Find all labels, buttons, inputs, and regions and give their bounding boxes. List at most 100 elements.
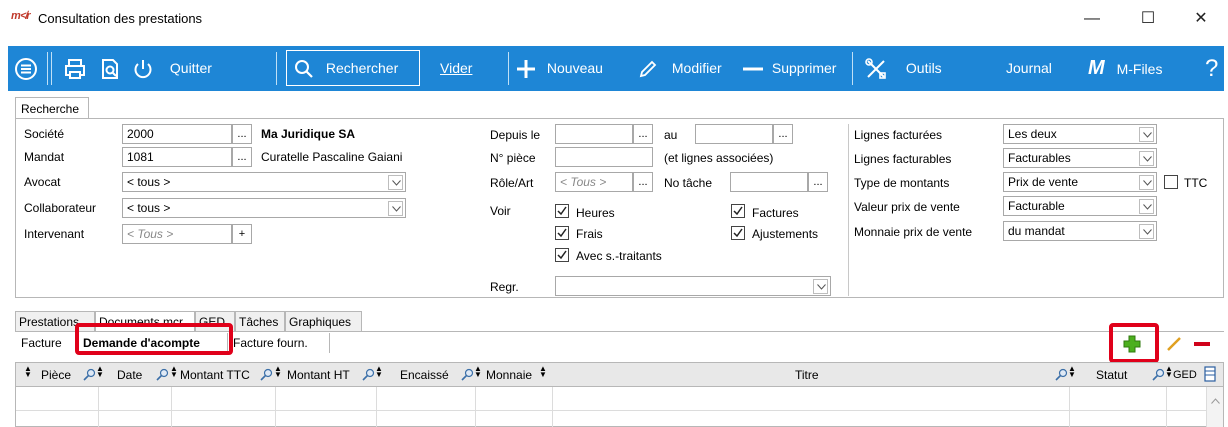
monnaie-prix-select[interactable]: du mandat — [1003, 221, 1157, 241]
column-header-ged[interactable]: GED — [1173, 363, 1197, 387]
new-button[interactable]: Nouveau — [515, 46, 603, 91]
pencil-icon — [1165, 337, 1183, 356]
filter-search-icon[interactable] — [361, 368, 375, 382]
filter-search-icon[interactable] — [1054, 368, 1068, 382]
subtab-facture[interactable]: Facture — [18, 333, 78, 353]
pencil-icon — [638, 60, 662, 78]
mfiles-label: M-Files — [1116, 61, 1163, 77]
type-montants-label: Type de montants — [854, 176, 950, 190]
search-button[interactable]: Rechercher — [294, 46, 398, 91]
piece-input[interactable] — [555, 147, 653, 167]
journal-button[interactable]: Journal — [1006, 46, 1052, 91]
date-from-input[interactable] — [555, 124, 633, 144]
societe-browse-button[interactable]: ... — [232, 124, 252, 144]
role-browse-button[interactable]: ... — [633, 172, 653, 192]
column-header-monnaie[interactable]: Monnaie — [486, 363, 532, 387]
edit-row-button[interactable] — [1165, 335, 1183, 353]
mandat-browse-button[interactable]: ... — [232, 147, 252, 167]
quit-button[interactable]: Quitter — [132, 46, 212, 91]
highlight-box — [75, 323, 233, 355]
mfiles-button[interactable]: M M-Files — [1088, 46, 1162, 91]
filter-search-icon[interactable] — [155, 368, 169, 382]
heures-checkbox[interactable] — [555, 204, 569, 218]
maximize-button[interactable]: ☐ — [1133, 6, 1163, 32]
grid-column-line — [275, 387, 276, 427]
tab-recherche[interactable]: Recherche — [15, 97, 89, 119]
date-to-picker-button[interactable]: ... — [773, 124, 793, 144]
ttc-checkbox[interactable] — [1164, 175, 1178, 189]
intervenant-input[interactable]: < Tous > — [122, 224, 232, 244]
edit-button[interactable]: Modifier — [638, 46, 722, 91]
sort-icon: ▲ ▼ — [539, 364, 547, 379]
column-header-encaisse[interactable]: Encaissé — [400, 363, 449, 387]
delete-button[interactable]: Supprimer — [742, 46, 836, 91]
minimize-button[interactable]: — — [1077, 6, 1107, 32]
table-row[interactable] — [16, 410, 1206, 411]
column-header-piece[interactable]: Pièce — [41, 363, 71, 387]
tab-graphiques[interactable]: Graphiques — [285, 311, 362, 331]
filter-search-icon[interactable] — [1151, 368, 1165, 382]
factures-checkbox[interactable] — [731, 204, 745, 218]
tache-label: No tâche — [664, 176, 713, 190]
close-button[interactable]: ✕ — [1186, 6, 1216, 32]
date-from-picker-button[interactable]: ... — [633, 124, 653, 144]
new-label: Nouveau — [546, 60, 603, 76]
intervenant-add-button[interactable]: + — [232, 224, 252, 244]
grid-header: ▲ ▼ Pièce ▲ ▼ Date ▲ ▼ Montant TTC ▲ ▼ Monta… — [16, 363, 1223, 387]
print-button[interactable] — [64, 46, 86, 91]
frais-checkbox[interactable] — [555, 226, 569, 240]
tache-input[interactable] — [730, 172, 808, 192]
mandat-input[interactable]: 1081 — [122, 147, 232, 167]
subtab-facture-fournisseur[interactable]: Facture fourn. — [230, 333, 330, 353]
monnaie-prix-label: Monnaie prix de vente — [854, 225, 973, 239]
tab-taches[interactable]: Tâches — [235, 311, 285, 331]
column-header-date[interactable]: Date — [117, 363, 142, 387]
menu-button[interactable] — [14, 46, 38, 91]
ttc-label: TTC — [1184, 176, 1208, 190]
chevron-down-icon — [1139, 151, 1154, 166]
column-header-montant-ht[interactable]: Montant HT — [287, 363, 350, 387]
valeur-prix-select[interactable]: Facturable — [1003, 196, 1157, 216]
avocat-select[interactable]: < tous > — [122, 172, 406, 192]
sort-icon: ▲ ▼ — [96, 364, 104, 379]
type-montants-select[interactable]: Prix de vente — [1003, 172, 1157, 192]
ajustements-checkbox[interactable] — [731, 226, 745, 240]
printer-icon — [64, 59, 86, 80]
chevron-down-icon — [1139, 175, 1154, 190]
grid-column-line — [1166, 387, 1167, 427]
clear-button[interactable]: Vider — [440, 46, 472, 91]
column-header-statut[interactable]: Statut — [1096, 363, 1127, 387]
chevron-down-icon — [1139, 224, 1154, 239]
search-icon — [294, 60, 318, 79]
societe-input[interactable]: 2000 — [122, 124, 232, 144]
toolbar-separator — [47, 52, 48, 85]
column-header-titre[interactable]: Titre — [795, 363, 819, 387]
chevron-up-icon[interactable] — [1211, 393, 1220, 407]
mandat-name: Curatelle Pascaline Gaiani — [261, 150, 403, 164]
collaborateur-select[interactable]: < tous > — [122, 198, 406, 218]
filter-search-icon[interactable] — [82, 368, 96, 382]
column-chooser-icon[interactable] — [1204, 366, 1216, 382]
tache-browse-button[interactable]: ... — [808, 172, 828, 192]
soustraitants-checkbox[interactable] — [555, 248, 569, 262]
tools-button[interactable]: Outils — [864, 46, 942, 91]
regr-label: Regr. — [490, 280, 519, 294]
regr-select[interactable] — [555, 276, 831, 296]
filter-search-icon[interactable] — [460, 368, 474, 382]
societe-name: Ma Juridique SA — [261, 127, 356, 141]
help-button[interactable]: ? — [1205, 46, 1218, 91]
lignes-facturees-select[interactable]: Les deux — [1003, 124, 1157, 144]
societe-label: Société — [24, 127, 65, 141]
sort-icon: ▲ ▼ — [170, 364, 178, 379]
role-input[interactable]: < Tous > — [555, 172, 633, 192]
print-preview-button[interactable] — [99, 46, 121, 91]
column-header-montant-ttc[interactable]: Montant TTC — [180, 363, 250, 387]
date-to-input[interactable] — [695, 124, 773, 144]
app-logo: m≮r — [11, 10, 31, 22]
remove-row-button[interactable] — [1193, 335, 1211, 353]
lignes-facturables-select[interactable]: Facturables — [1003, 148, 1157, 168]
vertical-scrollbar[interactable] — [1206, 387, 1223, 427]
role-label: Rôle/Art — [490, 176, 534, 190]
heures-label: Heures — [576, 206, 615, 220]
filter-search-icon[interactable] — [259, 368, 273, 382]
